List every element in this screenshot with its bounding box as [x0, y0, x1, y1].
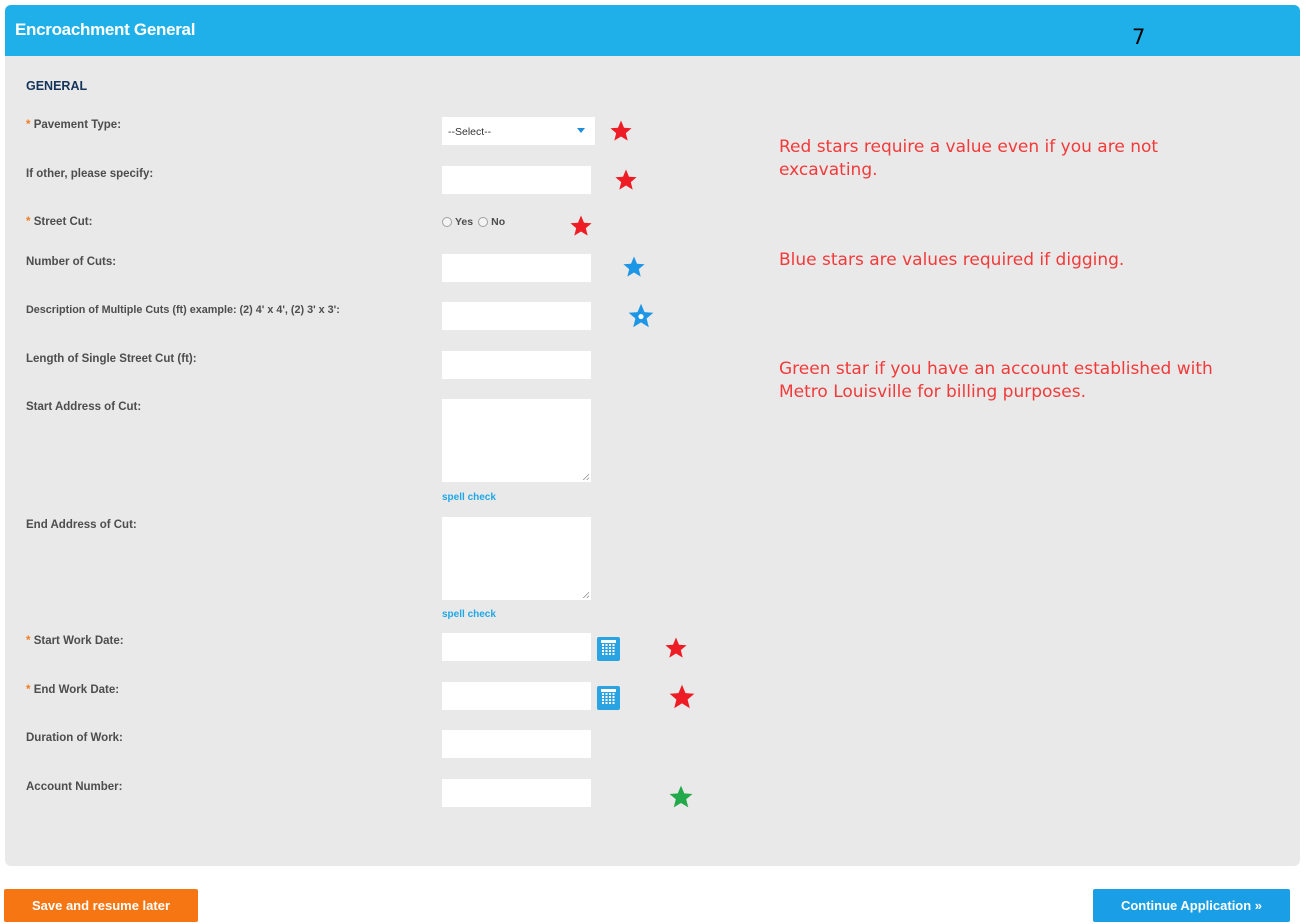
multiple-cuts-input[interactable] [442, 302, 591, 330]
start-work-date-label: * Start Work Date: [26, 635, 124, 647]
chevron-down-icon [577, 128, 585, 133]
street-cut-label: * Street Cut: [26, 216, 92, 228]
page-number: 7 [1132, 25, 1146, 49]
save-and-resume-later-button[interactable]: Save and resume later [4, 889, 198, 922]
required-marker: * [26, 684, 31, 696]
required-marker: * [26, 216, 31, 228]
street-cut-yes-radio[interactable] [442, 217, 452, 227]
start-address-label: Start Address of Cut: [26, 401, 142, 413]
red-star-icon [614, 168, 638, 192]
street-cut-radio-group: Yes No [442, 216, 505, 228]
calendar-icon [601, 640, 616, 643]
street-cut-label-text: Street Cut: [33, 216, 93, 228]
calendar-grid-icon [602, 693, 615, 704]
street-cut-no-radio[interactable] [478, 217, 489, 227]
end-work-date-label-text: End Work Date: [33, 684, 120, 696]
required-marker: * [26, 119, 31, 131]
green-star-icon [668, 784, 694, 810]
number-of-cuts-label: Number of Cuts: [26, 256, 117, 268]
if-other-label: If other, please specify: [26, 168, 154, 180]
panel-title: Encroachment General [15, 20, 196, 39]
section-title: GENERAL [26, 79, 88, 93]
calendar-grid-icon [602, 644, 615, 655]
panel-header: Encroachment General 7 [5, 5, 1300, 56]
start-work-date-label-text: Start Work Date: [33, 635, 124, 647]
pavement-type-select[interactable]: --Select-- [442, 117, 595, 145]
single-cut-length-label: Length of Single Street Cut (ft): [26, 353, 197, 365]
blue-star-icon [627, 302, 655, 330]
pavement-type-selected-value: --Select-- [448, 126, 492, 138]
duration-label: Duration of Work: [26, 732, 123, 744]
start-address-spell-check-link[interactable]: spell check [442, 492, 496, 503]
blue-star-icon [622, 255, 646, 279]
continue-application-button[interactable]: Continue Application » [1093, 889, 1290, 922]
end-address-label: End Address of Cut: [26, 519, 137, 531]
end-date-calendar-button[interactable] [597, 686, 620, 710]
number-of-cuts-input[interactable] [442, 254, 591, 282]
account-number-input[interactable] [442, 779, 591, 807]
resize-grip-icon[interactable] [582, 591, 589, 598]
single-cut-length-input[interactable] [442, 351, 591, 379]
account-number-label: Account Number: [26, 781, 123, 793]
end-address-textarea[interactable] [442, 517, 591, 600]
multiple-cuts-label: Description of Multiple Cuts (ft) exampl… [26, 304, 340, 316]
end-address-spell-check-link[interactable]: spell check [442, 609, 496, 620]
start-address-textarea[interactable] [442, 399, 591, 482]
end-work-date-label: * End Work Date: [26, 684, 119, 696]
end-work-date-input[interactable] [442, 682, 591, 710]
if-other-input[interactable] [442, 166, 591, 194]
required-marker: * [26, 635, 31, 647]
blue-star-note: Blue stars are values required if diggin… [779, 250, 1125, 270]
start-work-date-input[interactable] [442, 633, 591, 661]
street-cut-no-label[interactable]: No [491, 216, 505, 228]
red-star-note: Red stars require a value even if you ar… [779, 137, 1159, 180]
resize-grip-icon[interactable] [582, 473, 589, 480]
red-star-icon [569, 214, 593, 238]
red-star-icon [609, 119, 633, 143]
red-star-icon [668, 683, 696, 711]
encroachment-panel: Encroachment General 7 GENERAL * Pavemen… [5, 5, 1300, 866]
pavement-type-label-text: Pavement Type: [33, 119, 122, 131]
pavement-type-label: * Pavement Type: [26, 119, 121, 131]
calendar-icon [601, 689, 616, 692]
street-cut-yes-label[interactable]: Yes [455, 216, 473, 228]
green-star-note: Green star if you have an account establ… [779, 359, 1213, 402]
duration-input[interactable] [442, 730, 591, 758]
red-star-icon [664, 636, 688, 660]
start-date-calendar-button[interactable] [597, 637, 620, 661]
